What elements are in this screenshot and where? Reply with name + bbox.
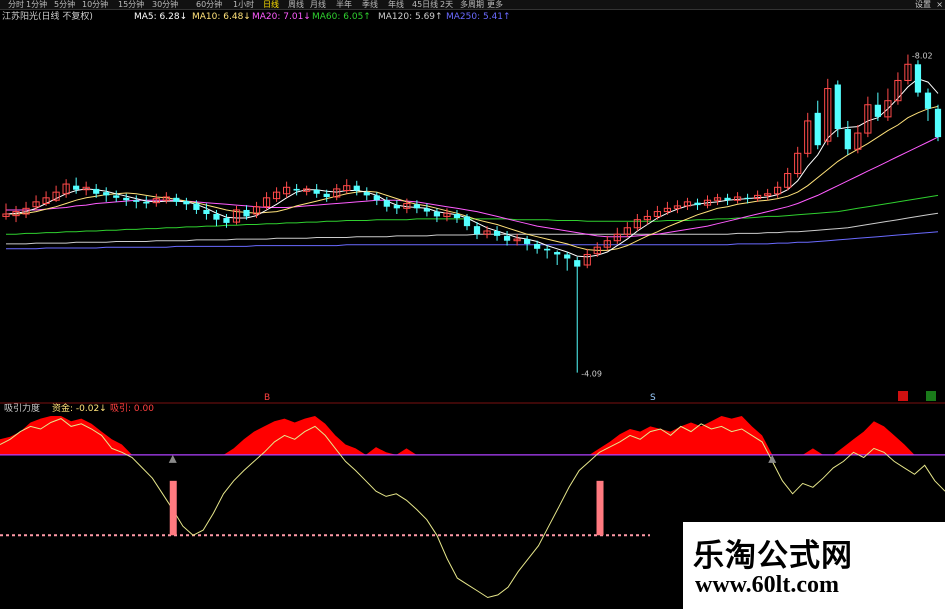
watermark-logo: 乐淘公式网 www.60lt.com [683,522,945,609]
stock-chart-window: 分时 1分钟 5分钟 10分钟 15分钟 30分钟 60分钟 1小时 日线 周线 月线 半年 季线 年线 4… [0,0,945,609]
buy-signal-bar [169,480,177,536]
watermark-title: 乐淘公式网 [693,538,853,574]
gray-triangle-marker [168,454,177,463]
strength-area [0,416,945,455]
indicator-chart[interactable] [0,0,945,609]
buy-signal-bar [596,480,604,536]
watermark-url: www.60lt.com [695,572,839,598]
